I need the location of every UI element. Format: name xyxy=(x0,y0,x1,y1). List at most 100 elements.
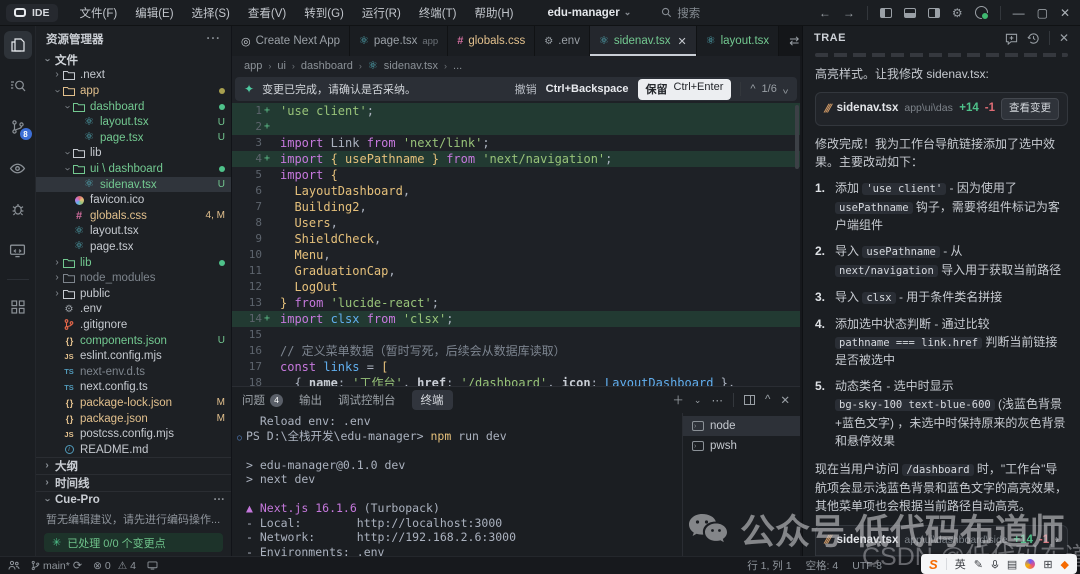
editor-tab-layout.tsx[interactable]: ⚛ layout.tsx xyxy=(696,26,780,56)
menu-转到(G)[interactable]: 转到(G) xyxy=(296,2,352,24)
tree-item-lib[interactable]: › lib xyxy=(36,255,231,271)
next-change-icon[interactable]: ^ xyxy=(783,83,788,95)
tree-item-package.json[interactable]: { } package.json M xyxy=(36,411,231,427)
toggle-right-panel-icon[interactable] xyxy=(927,7,940,18)
breadcrumb-item-...[interactable]: ... xyxy=(453,60,462,72)
tree-item-app[interactable]: › app xyxy=(36,83,231,99)
terminal-dropdown-icon[interactable]: ⌄ xyxy=(694,395,702,406)
code-area[interactable]: 1 +'use client'; 2 +3 import Link from 'nex… xyxy=(232,103,800,386)
code-line-16[interactable]: 16 // 定义菜单数据（暂时写死，后续会从数据库读取） xyxy=(232,343,800,359)
expand-chevron-icon[interactable]: › xyxy=(1055,532,1059,549)
tree-item-components.json[interactable]: { } components.json U xyxy=(36,333,231,349)
toggle-bottom-panel-icon[interactable] xyxy=(903,7,916,18)
menu-帮助(H)[interactable]: 帮助(H) xyxy=(467,2,522,24)
search-sidebar-icon[interactable] xyxy=(4,72,32,100)
ime-skin-icon[interactable] xyxy=(1025,559,1036,569)
files-section-header[interactable]: › 文件 xyxy=(36,52,231,68)
view-changes-button[interactable]: 查看变更 xyxy=(1001,98,1059,120)
toggle-left-panel-icon[interactable] xyxy=(879,7,892,18)
split-terminal-icon[interactable] xyxy=(743,395,755,405)
debug-icon[interactable] xyxy=(4,195,32,223)
window-close-button[interactable]: ✕ xyxy=(1060,6,1070,20)
tree-item-dashboard[interactable]: › dashboard xyxy=(36,99,231,115)
account-icon[interactable] xyxy=(974,6,989,20)
preview-eye-icon[interactable] xyxy=(4,154,32,182)
ime-lang-toggle[interactable]: 英 xyxy=(955,556,966,572)
settings-gear-icon[interactable]: ⚙ xyxy=(952,6,963,20)
cursor-position[interactable]: 行 1, 列 1 xyxy=(747,558,791,573)
window-minimize-button[interactable]: — xyxy=(1013,6,1025,20)
tree-item-next.config.ts[interactable]: TS next.config.ts xyxy=(36,380,231,396)
code-line-1[interactable]: 1 + 'use client'; xyxy=(232,103,800,119)
cuepro-more-icon[interactable]: ··· xyxy=(214,494,226,506)
panel-tab-调试控制台[interactable]: 调试控制台 xyxy=(338,392,396,408)
editor-tab-Create Next App[interactable]: ◎ Create Next App xyxy=(232,26,350,56)
menu-运行(R)[interactable]: 运行(R) xyxy=(354,2,409,24)
editor-tab-.env[interactable]: ⚙ .env xyxy=(535,26,590,56)
nav-forward-button[interactable]: → xyxy=(843,6,855,20)
tree-item-next-env.d.ts[interactable]: TS next-env.d.ts xyxy=(36,364,231,380)
code-line-5[interactable]: 5 import { xyxy=(232,167,800,183)
maximize-panel-icon[interactable]: ^ xyxy=(765,394,770,406)
breadcrumb-item-ui[interactable]: ui xyxy=(277,60,286,72)
project-switcher[interactable]: edu-manager ⌄ xyxy=(547,7,631,19)
new-terminal-icon[interactable]: ＋ xyxy=(672,392,684,408)
terminal-session-node[interactable]: › node xyxy=(683,416,800,436)
panel-tab-问题[interactable]: 问题 4 xyxy=(242,392,283,408)
panel-tab-输出[interactable]: 输出 xyxy=(299,392,322,408)
close-tab-icon[interactable]: ✕ xyxy=(678,35,687,48)
code-line-2[interactable]: 2 + xyxy=(232,119,800,135)
tree-item-ui \ dashboard[interactable]: › ui \ dashboard xyxy=(36,161,231,177)
ime-clipboard-icon[interactable]: ▤ xyxy=(1007,558,1017,571)
close-trae-icon[interactable]: ✕ xyxy=(1059,31,1069,45)
code-line-14[interactable]: 14 + import clsx from 'clsx'; xyxy=(232,311,800,327)
remote-monitor-icon[interactable] xyxy=(4,236,32,264)
history-icon[interactable] xyxy=(1027,32,1040,45)
tree-item-layout.tsx[interactable]: ⚛ layout.tsx U xyxy=(36,114,231,130)
sidebar-more-icon[interactable]: ··· xyxy=(207,33,222,45)
menu-文件(F)[interactable]: 文件(F) xyxy=(72,2,126,24)
compare-changes-icon[interactable]: ⇄ xyxy=(789,34,799,48)
tree-item-package-lock.json[interactable]: { } package-lock.json M xyxy=(36,395,231,411)
extensions-icon[interactable] xyxy=(4,293,32,321)
breadcrumb-item-app[interactable]: app xyxy=(244,60,262,72)
code-line-8[interactable]: 8 Users, xyxy=(232,215,800,231)
ports-status[interactable] xyxy=(147,561,158,570)
menu-选择(S)[interactable]: 选择(S) xyxy=(184,2,238,24)
nav-back-button[interactable]: ← xyxy=(819,6,831,20)
timeline-section-header[interactable]: › 时间线 xyxy=(36,474,231,491)
editor-scrollbar[interactable] xyxy=(795,105,799,169)
menu-查看(V)[interactable]: 查看(V) xyxy=(240,2,294,24)
menu-终端(T)[interactable]: 终端(T) xyxy=(411,2,465,24)
cuepro-section-header[interactable]: › Cue-Pro ··· xyxy=(36,491,231,508)
panel-more-icon[interactable]: ⋯ xyxy=(711,393,723,407)
breadcrumb-item-sidenav.tsx[interactable]: sidenav.tsx xyxy=(384,60,438,72)
tree-item-layout.tsx[interactable]: ⚛ layout.tsx xyxy=(36,224,231,240)
editor-tab-sidenav.tsx[interactable]: ⚛ sidenav.tsx ✕ xyxy=(589,26,697,56)
ime-brand-icon[interactable]: S xyxy=(929,557,938,572)
ime-grid-icon[interactable]: ⊞ xyxy=(1043,558,1052,571)
window-maximize-button[interactable]: ▢ xyxy=(1037,6,1048,20)
indentation[interactable]: 空格: 4 xyxy=(806,558,839,573)
prev-change-icon[interactable]: ^ xyxy=(750,83,755,95)
tree-item-README.md[interactable]: i README.md xyxy=(36,442,231,458)
outline-section-header[interactable]: › 大纲 xyxy=(36,457,231,474)
menu-编辑(E)[interactable]: 编辑(E) xyxy=(127,2,181,24)
terminal-session-pwsh[interactable]: › pwsh xyxy=(683,436,800,456)
code-line-4[interactable]: 4 + import { usePathname } from 'next/navi… xyxy=(232,151,800,167)
code-line-6[interactable]: 6 LayoutDashboard, xyxy=(232,183,800,199)
keep-changes-button[interactable]: 保留 Ctrl+Enter xyxy=(637,78,732,100)
close-panel-icon[interactable]: ✕ xyxy=(780,393,790,407)
code-line-18[interactable]: 18 { name: '工作台', href: '/dashboard', ic… xyxy=(232,375,800,386)
ime-pen-icon[interactable]: ✎ xyxy=(974,558,983,571)
terminal-output[interactable]: Reload env: .env ○ PS D:\全栈开发\edu-manager>… xyxy=(232,413,682,556)
problems-status[interactable]: ⊗ 0 ⚠ 4 xyxy=(93,560,136,572)
editor-tab-page.tsx[interactable]: ⚛ page.tsx app xyxy=(350,26,449,56)
breadcrumb-item-dashboard[interactable]: dashboard xyxy=(301,60,353,72)
code-line-3[interactable]: 3 import Link from 'next/link'; xyxy=(232,135,800,151)
code-line-9[interactable]: 9 ShieldCheck, xyxy=(232,231,800,247)
tree-item-node_modules[interactable]: › node_modules xyxy=(36,270,231,286)
source-control-icon[interactable]: 8 xyxy=(4,113,32,141)
code-line-10[interactable]: 10 Menu, xyxy=(232,247,800,263)
ime-mic-icon[interactable] xyxy=(991,559,999,570)
